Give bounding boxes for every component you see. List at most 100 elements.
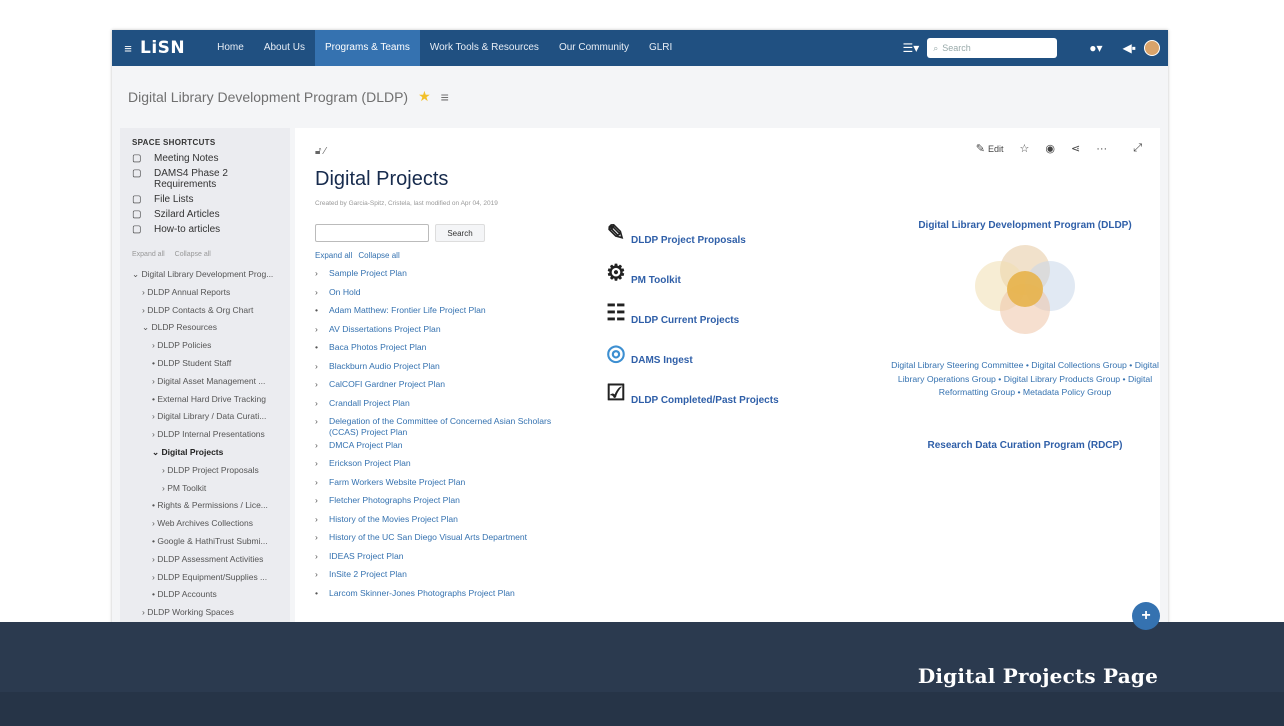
tree-item[interactable]: › DLDP Annual Reports <box>132 284 278 302</box>
shortcut-label: How-to articles <box>154 224 221 235</box>
tree-item[interactable]: ⌄ DLDP Resources <box>132 319 278 337</box>
tree-item[interactable]: ⌄ Digital Library Development Prog... <box>132 266 278 284</box>
list-item[interactable]: › InSite 2 Project Plan <box>315 569 575 580</box>
list-item[interactable]: › Farm Workers Website Project Plan <box>315 477 575 488</box>
nav-about-us[interactable]: About Us <box>254 30 315 66</box>
site-logo[interactable]: LiSN <box>140 38 185 58</box>
tree-item[interactable]: › DLDP Contacts & Org Chart <box>132 302 278 320</box>
list-item[interactable]: • Larcom Skinner-Jones Photographs Projec… <box>315 588 575 599</box>
star-icon[interactable]: ★ <box>418 88 431 105</box>
quick-link[interactable]: ☑ DLDP Completed/Past Projects <box>603 380 779 406</box>
tree-item[interactable]: › Digital Library / Data Curati... <box>132 408 278 426</box>
tree-item[interactable]: • DLDP Accounts <box>132 586 278 604</box>
quick-link[interactable]: ⚙ PM Toolkit <box>603 260 779 286</box>
favourite-icon[interactable]: ☆ <box>1019 142 1029 155</box>
collapse-all-link[interactable]: Collapse all <box>358 251 399 260</box>
slide: ≡ LiSN Home About Us Programs & Teams Wo… <box>0 0 1284 726</box>
shortcut-item[interactable]: ▢ File Lists <box>132 194 278 205</box>
rdcp-heading[interactable]: Research Data Curation Program (RDCP) <box>891 440 1159 451</box>
clipboard-check-icon: ☑ <box>606 380 626 405</box>
nav-work-tools[interactable]: Work Tools & Resources <box>420 30 549 66</box>
quick-link[interactable]: ◎ DAMS Ingest <box>603 340 779 366</box>
list-item[interactable]: › AV Dissertations Project Plan <box>315 324 575 335</box>
lock-icon[interactable]: 🔓︎ <box>315 146 321 157</box>
diagram-center <box>1007 271 1043 307</box>
tree-item[interactable]: › Digital Asset Management ... <box>132 373 278 391</box>
tree-item[interactable]: › PM Toolkit <box>132 480 278 498</box>
notifications-icon[interactable]: ◀▪ <box>1123 41 1136 55</box>
gear-icon: ⚙ <box>606 260 626 285</box>
watch-icon[interactable]: ◉ <box>1045 142 1055 155</box>
list-item[interactable]: › IDEAS Project Plan <box>315 551 575 562</box>
search-icon: ⌕ <box>933 42 939 53</box>
nav-home[interactable]: Home <box>207 30 254 66</box>
program-panel: Digital Library Development Program (DLD… <box>891 220 1159 459</box>
attachment-icon[interactable]: ⁄ <box>324 146 326 157</box>
list-item[interactable]: › CalCOFI Gardner Project Plan <box>315 379 575 390</box>
checklist-icon: ☷ <box>606 300 626 325</box>
ingest-icon: ◎ <box>606 340 626 365</box>
groups-links[interactable]: Digital Library Steering Committee • Dig… <box>891 359 1159 400</box>
page-toolbar: ✎ Edit ☆ ◉ ⋖ ··· ⤢ <box>976 142 1142 155</box>
space-title[interactable]: Digital Library Development Program (DLD… <box>128 89 408 105</box>
tree-item[interactable]: › Web Archives Collections <box>132 515 278 533</box>
list-item[interactable]: › Blackburn Audio Project Plan <box>315 361 575 372</box>
list-item[interactable]: › Delegation of the Committee of Concerne… <box>315 416 575 438</box>
avatar[interactable] <box>1144 40 1160 56</box>
dldp-org-diagram <box>955 239 1095 349</box>
tree-item[interactable]: › DLDP Equipment/Supplies ... <box>132 569 278 587</box>
quick-link[interactable]: ☷ DLDP Current Projects <box>603 300 779 326</box>
tree-item-current[interactable]: ⌄ Digital Projects <box>132 444 278 462</box>
list-item[interactable]: › Erickson Project Plan <box>315 458 575 469</box>
shortcut-item[interactable]: ▢ Szilard Articles <box>132 209 278 220</box>
expand-icon[interactable]: ⤢ <box>1133 142 1142 155</box>
edit-button[interactable]: ✎ Edit <box>976 142 1004 155</box>
tree-expand-all[interactable]: Expand all <box>132 251 165 258</box>
tree-item[interactable]: › DLDP Assessment Activities <box>132 551 278 569</box>
list-item[interactable]: › Crandall Project Plan <box>315 398 575 409</box>
tree-item[interactable]: • External Hard Drive Tracking <box>132 391 278 409</box>
dldp-heading[interactable]: Digital Library Development Program (DLD… <box>891 220 1159 231</box>
list-item[interactable]: • Adam Matthew: Frontier Life Project Pla… <box>315 305 575 316</box>
nav-programs-teams[interactable]: Programs & Teams <box>314 30 420 66</box>
list-item[interactable]: • Baca Photos Project Plan <box>315 342 575 353</box>
page-search-button[interactable]: Search <box>435 224 485 242</box>
quick-link[interactable]: ✎ DLDP Project Proposals <box>603 220 779 246</box>
tree-item[interactable]: › DLDP Working Spaces <box>132 604 278 622</box>
add-button[interactable]: + <box>1132 602 1160 630</box>
nav-glri[interactable]: GLRI <box>639 30 682 66</box>
page-search: Search <box>315 224 485 242</box>
tree-item[interactable]: › DLDP Internal Presentations <box>132 426 278 444</box>
page-search-input[interactable] <box>315 224 429 242</box>
list-item[interactable]: › DMCA Project Plan <box>315 440 575 451</box>
more-icon[interactable]: ··· <box>1096 143 1107 155</box>
tree-item[interactable]: • Rights & Permissions / Lice... <box>132 497 278 515</box>
nav-our-community[interactable]: Our Community <box>549 30 639 66</box>
page-icon: ▢ <box>132 168 142 179</box>
shortcut-label: Meeting Notes <box>154 153 219 164</box>
tree-item[interactable]: › DLDP Policies <box>132 337 278 355</box>
tree-item[interactable]: • DLDP Student Staff <box>132 355 278 373</box>
tree-item[interactable]: › DLDP Project Proposals <box>132 462 278 480</box>
shortcut-item[interactable]: ▢ DAMS4 Phase 2 Requirements <box>132 168 278 190</box>
shortcut-item[interactable]: ▢ How-to articles <box>132 224 278 235</box>
list-item[interactable]: › History of the UC San Diego Visual Arts… <box>315 532 575 543</box>
shortcut-item[interactable]: ▢ Meeting Notes <box>132 153 278 164</box>
list-item[interactable]: › On Hold <box>315 287 575 298</box>
tree-collapse-all[interactable]: Collapse all <box>175 251 211 258</box>
list-item[interactable]: › Fletcher Photographs Project Plan <box>315 495 575 506</box>
search-input[interactable]: ⌕ Search <box>927 38 1058 58</box>
tree-item[interactable]: • Google & HathiTrust Submi... <box>132 533 278 551</box>
list-item[interactable]: › Sample Project Plan <box>315 268 575 279</box>
page-restrictions-icons: 🔓︎ ⁄ <box>315 146 326 157</box>
list-item[interactable]: › History of the Movies Project Plan <box>315 514 575 525</box>
list-menu-icon[interactable]: ☰▾ <box>902 41 919 55</box>
help-icon[interactable]: ●▾ <box>1089 41 1102 55</box>
hamburger-menu-icon[interactable]: ≡ <box>116 41 140 56</box>
edit-icon: ✎ <box>606 220 626 245</box>
space-menu-icon[interactable]: ≡ <box>441 89 449 105</box>
expand-all-link[interactable]: Expand all <box>315 251 352 260</box>
page-title: Digital Projects <box>315 168 449 190</box>
share-icon[interactable]: ⋖ <box>1071 142 1080 155</box>
page-icon: ▢ <box>132 153 142 164</box>
